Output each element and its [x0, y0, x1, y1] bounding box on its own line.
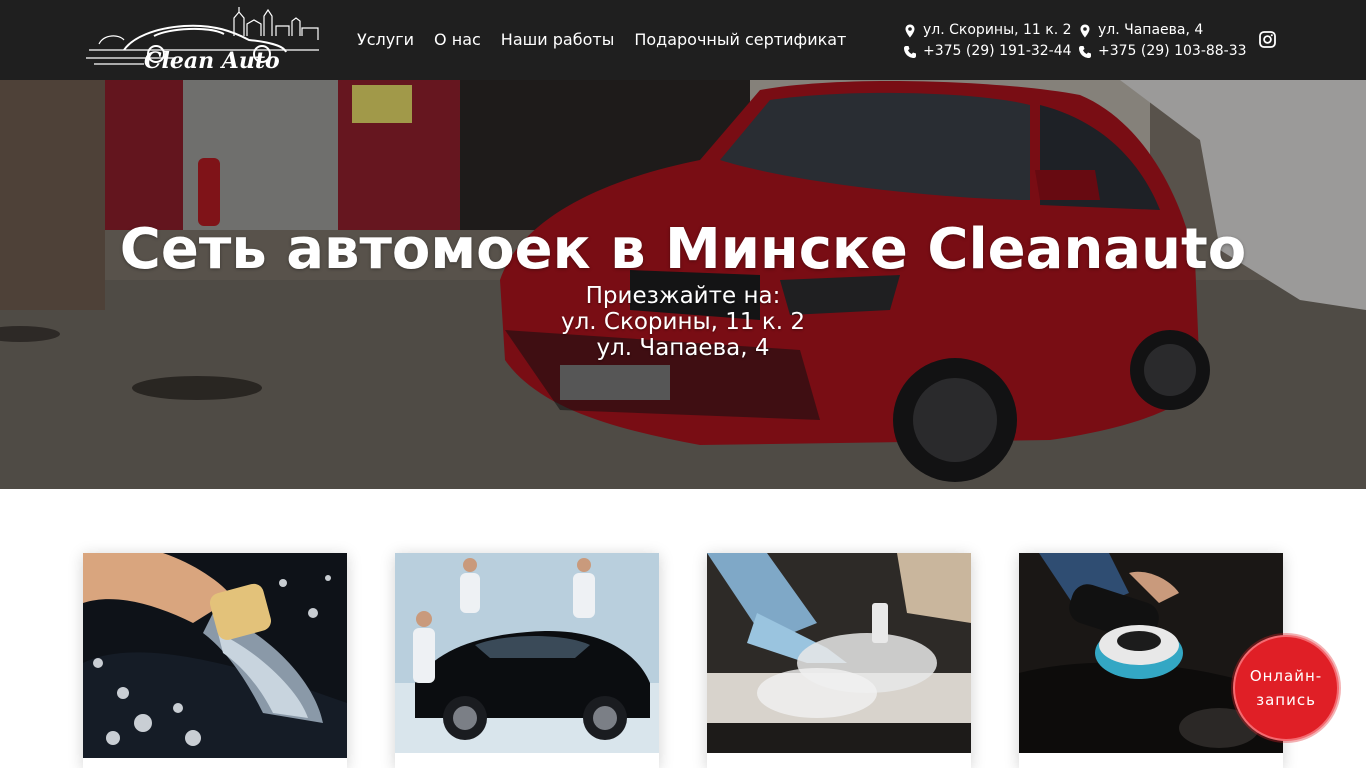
- contact-chapaeva: ул. Чапаева, 4 +375 (29) 103-88-33: [1078, 20, 1247, 62]
- hero-subtitle-line: Приезжайте на:: [585, 283, 781, 309]
- hero-banner: Сеть автомоек в Минске Cleanauto Приезжа…: [0, 80, 1366, 489]
- online-booking-button[interactable]: Онлайн-запись: [1233, 635, 1339, 741]
- service-card-detailing[interactable]: [395, 553, 659, 768]
- hero-subtitle-line: ул. Скорины, 11 к. 2: [560, 309, 806, 335]
- service-card-hand-wash[interactable]: [83, 553, 347, 768]
- online-booking-label: Онлайн-запись: [1249, 667, 1323, 709]
- phone-link[interactable]: +375 (29) 191-32-44: [923, 41, 1072, 62]
- instagram-icon[interactable]: [1259, 31, 1276, 48]
- nav-works[interactable]: Наши работы: [501, 30, 615, 50]
- nav-services[interactable]: Услуги: [357, 30, 414, 50]
- steam-cleaning-interior-photo: [707, 553, 971, 753]
- hand-wash-sponge-photo: [83, 553, 347, 758]
- phone-icon: [1079, 45, 1091, 58]
- hero-subtitle-line: ул. Чапаева, 4: [596, 335, 770, 361]
- hero-subtitle: Приезжайте на: ул. Скорины, 11 к. 2 ул. …: [0, 283, 1366, 361]
- logo-text: Clean Auto: [144, 48, 280, 74]
- map-marker-icon: [905, 24, 915, 37]
- hero-title: Сеть автомоек в Минске Cleanauto: [119, 217, 1247, 282]
- map-marker-icon: [1080, 24, 1090, 37]
- nav-gift-certificate[interactable]: Подарочный сертификат: [634, 30, 846, 50]
- car-detailing-team-photo: [395, 553, 659, 753]
- nav-about[interactable]: О нас: [434, 30, 481, 50]
- clean-auto-logo[interactable]: Clean Auto: [84, 6, 322, 74]
- contact-skoriny: ул. Скорины, 11 к. 2 +375 (29) 191-32-44: [903, 20, 1072, 62]
- phone-link[interactable]: +375 (29) 103-88-33: [1098, 41, 1247, 62]
- services-cards: [83, 553, 1283, 768]
- site-header: Clean Auto Услуги О нас Наши работы Пода…: [0, 0, 1366, 80]
- address-text: ул. Скорины, 11 к. 2: [923, 22, 1072, 38]
- main-nav: Услуги О нас Наши работы Подарочный серт…: [357, 30, 846, 50]
- polishing-machine-photo: [1019, 553, 1283, 753]
- service-card-steam-cleaning[interactable]: [707, 553, 971, 768]
- phone-icon: [904, 45, 916, 58]
- address-text: ул. Чапаева, 4: [1098, 22, 1204, 38]
